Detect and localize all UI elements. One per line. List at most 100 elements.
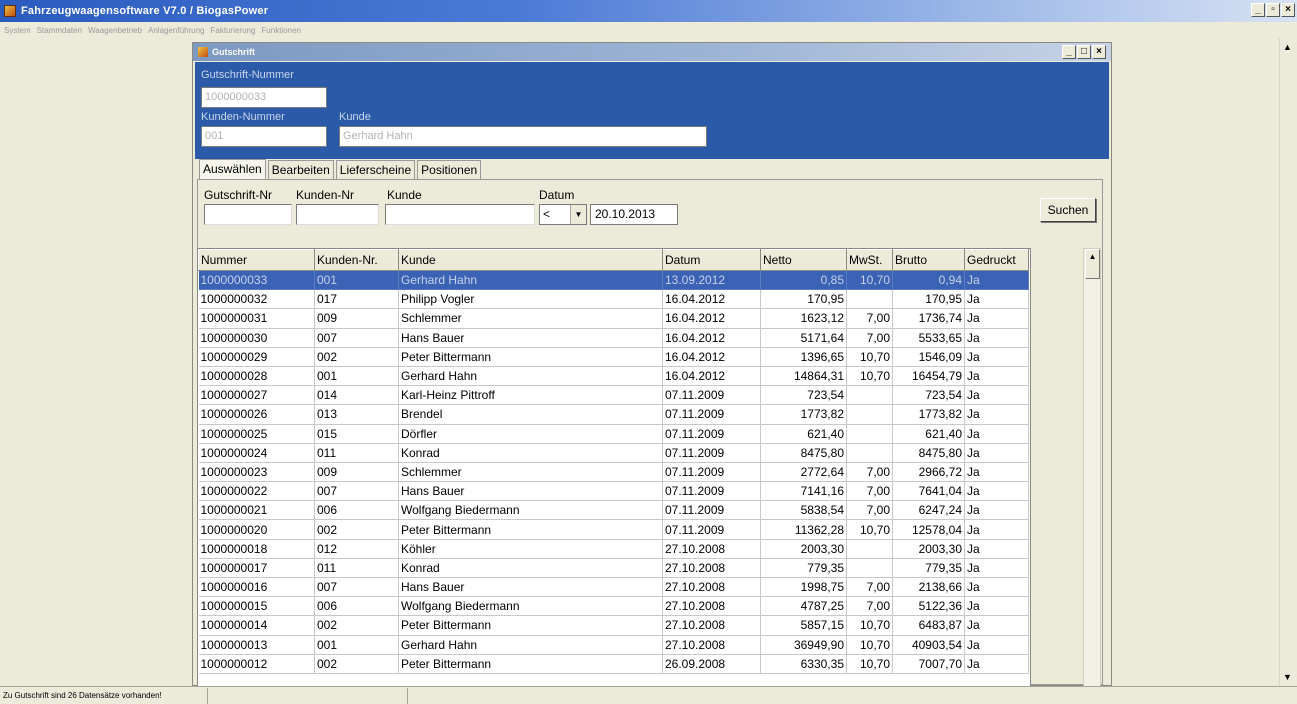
table-row[interactable]: 1000000016 007 Hans Bauer 27.10.2008 1998,75… <box>198 577 1029 598</box>
table-cell: 1998,75 <box>760 577 847 598</box>
table-cell: Ja <box>964 615 1029 636</box>
menu-waagenbetrieb[interactable]: Waagenbetrieb <box>88 26 142 35</box>
col-header-kunden-nr[interactable]: Kunden-Nr. <box>314 249 399 271</box>
table-row[interactable]: 1000000024 011 Konrad 07.11.2009 8475,80 8475… <box>198 443 1029 463</box>
window-maximize-button[interactable]: □ <box>1077 45 1091 59</box>
menu-anlagenfuehrung[interactable]: Anlagenführung <box>148 26 205 35</box>
table-row[interactable]: 1000000031 009 Schlemmer 16.04.2012 1623,12 7… <box>198 308 1029 329</box>
table-cell: 6247,24 <box>892 500 965 521</box>
kunden-number-label: Kunden-Nummer <box>201 111 285 123</box>
table-row[interactable]: 1000000017 011 Konrad 27.10.2008 779,35 779,3… <box>198 558 1029 579</box>
scroll-down-icon[interactable]: ▼ <box>1283 672 1292 682</box>
tab-auswaehlen[interactable]: Auswählen <box>199 159 266 179</box>
table-cell: 002 <box>314 654 399 674</box>
col-header-datum[interactable]: Datum <box>662 249 761 271</box>
table-row[interactable]: 1000000033 001 Gerhard Hahn 13.09.2012 0,85 1… <box>198 270 1029 291</box>
menu-fakturierung[interactable]: Fakturierung <box>211 26 256 35</box>
table-cell <box>846 443 893 463</box>
table-cell: 012 <box>314 539 399 559</box>
table-cell: Gerhard Hahn <box>398 635 663 655</box>
datum-operator-select[interactable]: < ▼ <box>539 204 587 225</box>
filter-kunden-input[interactable] <box>296 204 379 225</box>
table-cell: 006 <box>314 500 399 521</box>
kunde-field[interactable]: Gerhard Hahn <box>339 126 707 147</box>
table-cell: 1000000015 <box>198 596 315 617</box>
app-minimize-button[interactable]: _ <box>1251 3 1265 17</box>
table-row[interactable]: 1000000032 017 Philipp Vogler 16.04.2012 170… <box>198 289 1029 310</box>
search-button[interactable]: Suchen <box>1040 198 1096 222</box>
menu-funktionen[interactable]: Funktionen <box>261 26 301 35</box>
table-cell: 1000000029 <box>198 347 315 367</box>
table-row[interactable]: 1000000015 006 Wolfgang Biedermann 27.10.20… <box>198 596 1029 617</box>
table-row[interactable]: 1000000021 006 Wolfgang Biedermann 07.11.20… <box>198 500 1029 521</box>
window-close-button[interactable]: × <box>1092 45 1106 59</box>
table-cell: 2966,72 <box>892 462 965 483</box>
table-row[interactable]: 1000000020 002 Peter Bittermann 07.11.2009 1… <box>198 519 1029 540</box>
grid-vertical-scrollbar[interactable]: ▲ <box>1083 248 1101 688</box>
table-row[interactable]: 1000000028 001 Gerhard Hahn 16.04.2012 14864… <box>198 366 1029 387</box>
table-cell: Ja <box>964 270 1029 291</box>
table-cell: 12578,04 <box>892 519 965 540</box>
table-cell: 2772,64 <box>760 462 847 483</box>
window-minimize-button[interactable]: _ <box>1062 45 1076 59</box>
table-cell: Ja <box>964 519 1029 540</box>
table-cell: 10,70 <box>846 347 893 367</box>
app-restore-button[interactable]: ▫ <box>1266 3 1280 17</box>
tab-lieferscheine[interactable]: Lieferscheine <box>335 160 416 179</box>
results-grid[interactable]: Nummer Kunden-Nr. Kunde Datum Netto MwSt… <box>197 248 1031 688</box>
datum-operator-value: < <box>543 207 551 221</box>
table-cell: 009 <box>314 462 399 483</box>
table-cell: 07.11.2009 <box>662 385 761 406</box>
app-close-button[interactable]: × <box>1281 3 1295 17</box>
col-header-mwst[interactable]: MwSt. <box>846 249 893 271</box>
table-row[interactable]: 1000000029 002 Peter Bittermann 16.04.2012 1… <box>198 347 1029 367</box>
datum-input[interactable]: 20.10.2013 <box>590 204 678 225</box>
table-row[interactable]: 1000000023 009 Schlemmer 07.11.2009 2772,64 7… <box>198 462 1029 483</box>
table-cell: 26.09.2008 <box>662 654 761 674</box>
table-cell: 7,00 <box>846 481 893 502</box>
table-cell: 6483,87 <box>892 615 965 636</box>
filter-kunde-label: Kunde <box>387 188 422 202</box>
table-cell: 1736,74 <box>892 308 965 329</box>
menu-system[interactable]: System <box>4 26 31 35</box>
table-cell: 5122,36 <box>892 596 965 617</box>
table-cell: Ja <box>964 404 1029 425</box>
gutschrift-number-label: Gutschrift-Nummer <box>201 69 294 81</box>
col-header-kunde[interactable]: Kunde <box>398 249 663 271</box>
col-header-netto[interactable]: Netto <box>760 249 847 271</box>
filter-datum-label: Datum <box>539 188 575 202</box>
table-row[interactable]: 1000000022 007 Hans Bauer 07.11.2009 7141,16… <box>198 481 1029 502</box>
filter-kunde-input[interactable] <box>385 204 535 225</box>
table-row[interactable]: 1000000030 007 Hans Bauer 16.04.2012 5171,64… <box>198 328 1029 348</box>
table-row[interactable]: 1000000018 012 Köhler 27.10.2008 2003,30 2003… <box>198 539 1029 559</box>
table-cell: 7141,16 <box>760 481 847 502</box>
kunden-number-field[interactable]: 001 <box>201 126 327 147</box>
chevron-down-icon[interactable]: ▼ <box>570 205 586 224</box>
table-cell: 1546,09 <box>892 347 965 367</box>
table-row[interactable]: 1000000014 002 Peter Bittermann 27.10.2008 5… <box>198 615 1029 636</box>
table-cell: 170,95 <box>760 289 847 310</box>
tab-bearbeiten[interactable]: Bearbeiten <box>267 160 334 179</box>
app-vertical-scrollbar[interactable]: ▲ ▼ <box>1279 38 1297 686</box>
col-header-nummer[interactable]: Nummer <box>198 249 315 271</box>
grid-scroll-up-icon[interactable]: ▲ <box>1085 249 1100 279</box>
table-cell: 001 <box>314 366 399 387</box>
table-row[interactable]: 1000000027 014 Karl-Heinz Pittroff 07.11.20… <box>198 385 1029 406</box>
table-row[interactable]: 1000000026 013 Brendel 07.11.2009 1773,82 177… <box>198 404 1029 425</box>
filter-gutschrift-input[interactable] <box>204 204 292 225</box>
col-header-brutto[interactable]: Brutto <box>892 249 965 271</box>
window-title-bar[interactable]: Gutschrift _ □ × <box>193 43 1111 61</box>
gutschrift-number-field[interactable]: 1000000033 <box>201 87 327 108</box>
menu-stammdaten[interactable]: Stammdaten <box>37 26 82 35</box>
tab-positionen[interactable]: Positionen <box>417 160 482 179</box>
table-row[interactable]: 1000000025 015 Dörfler 07.11.2009 621,40 621,… <box>198 424 1029 444</box>
table-row[interactable]: 1000000013 001 Gerhard Hahn 27.10.2008 36949… <box>198 635 1029 655</box>
scroll-up-icon[interactable]: ▲ <box>1283 42 1292 52</box>
col-header-gedruckt[interactable]: Gedruckt <box>964 249 1029 271</box>
table-row[interactable]: 1000000012 002 Peter Bittermann 26.09.2008 6… <box>198 654 1029 674</box>
table-cell: 723,54 <box>760 385 847 406</box>
table-cell: 1000000026 <box>198 404 315 425</box>
header-panel: Gutschrift-Nummer 1000000033 Kunden-Numm… <box>195 62 1109 159</box>
table-cell: 40903,54 <box>892 635 965 655</box>
table-cell: 621,40 <box>760 424 847 444</box>
